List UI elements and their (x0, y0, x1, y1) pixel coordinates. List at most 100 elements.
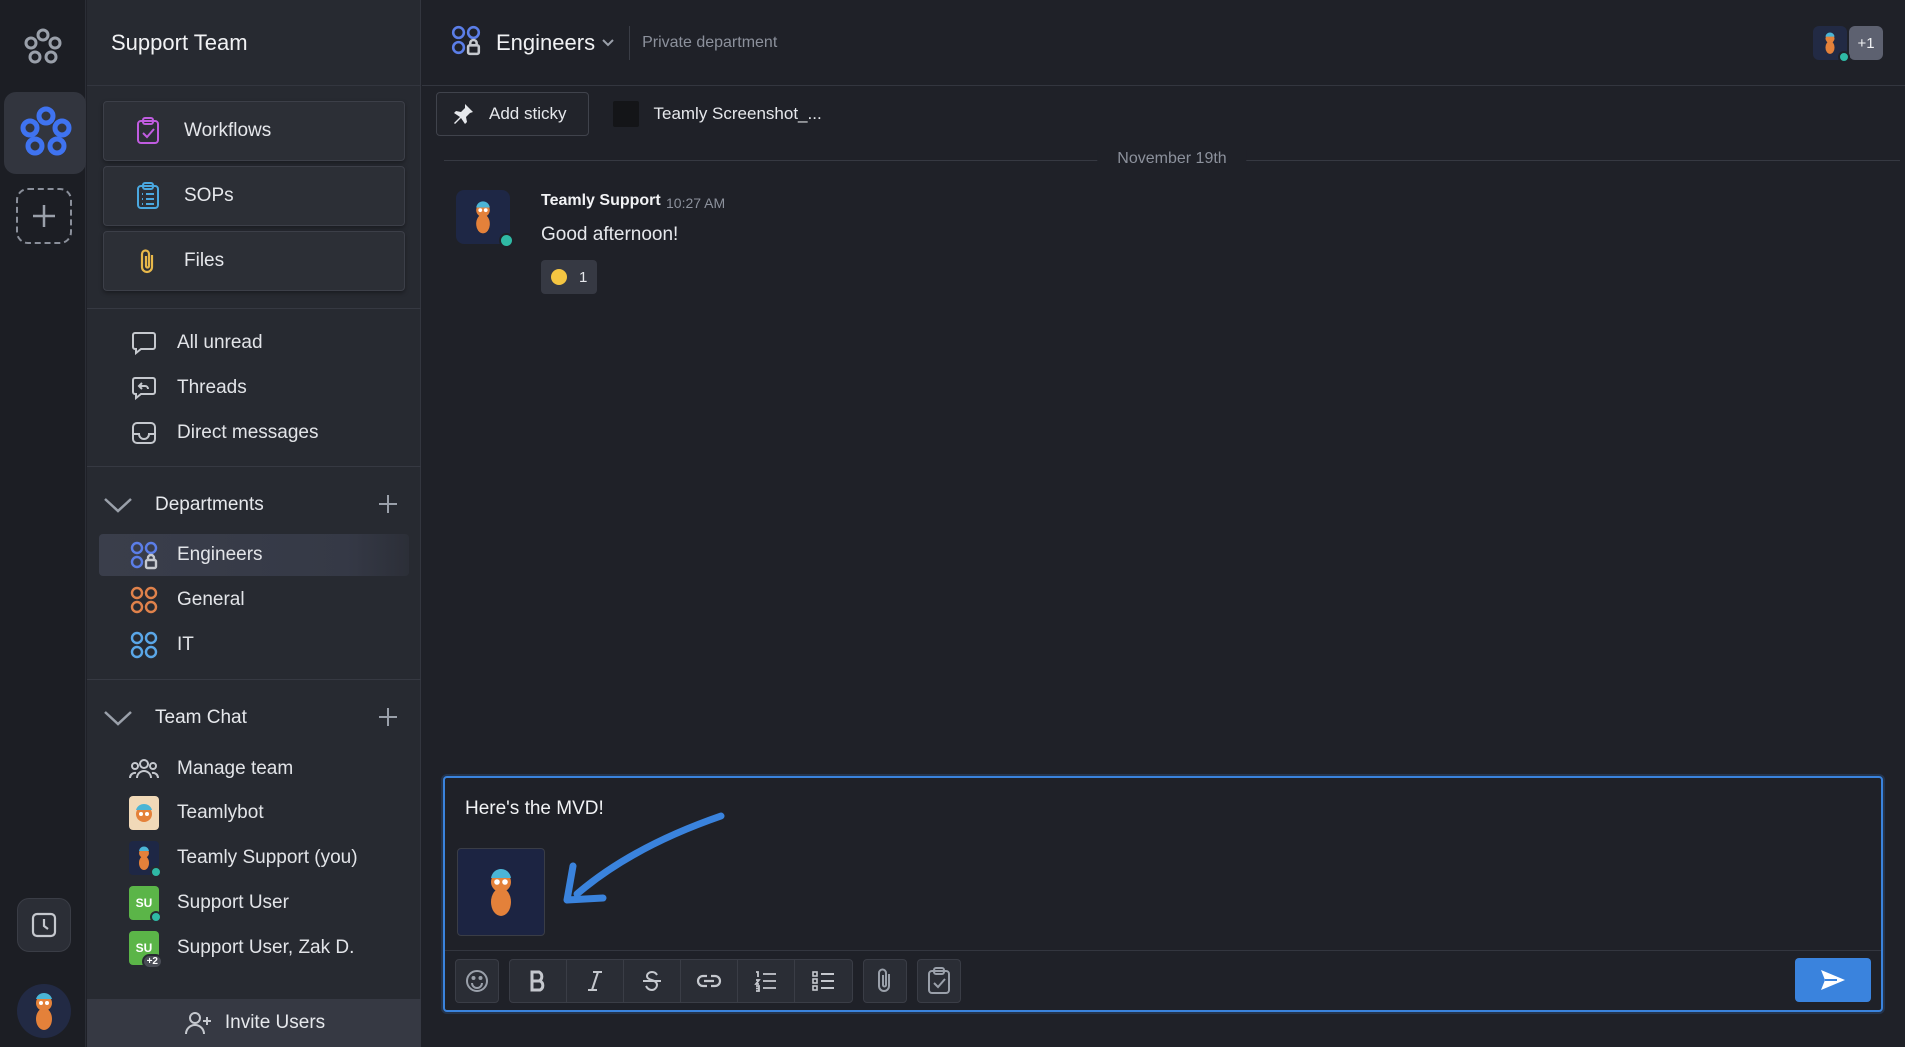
workflows-label: Workflows (184, 120, 272, 141)
profile-avatar[interactable] (17, 984, 71, 1038)
main-content: Engineers Private department +1 Add stic… (422, 0, 1905, 1047)
sidebar: Support Team Workflows SOPs Files All un… (87, 0, 421, 1047)
reaction-count: 1 (579, 268, 588, 286)
workflows-button[interactable]: Workflows (103, 101, 405, 161)
annotation-arrow-icon (563, 812, 725, 904)
italic-button[interactable] (567, 959, 624, 1002)
user-avatar: SU (129, 886, 162, 923)
department-label: General (177, 589, 245, 610)
sops-button[interactable]: SOPs (103, 166, 405, 226)
channel-title[interactable]: Engineers (496, 30, 595, 56)
department-icon (129, 585, 159, 615)
add-chat-icon[interactable] (377, 706, 399, 734)
member-list[interactable]: +1 (1813, 26, 1883, 63)
channel-header: Engineers Private department +1 (422, 0, 1905, 86)
link-button[interactable] (681, 959, 738, 1002)
people-group-icon (129, 754, 159, 784)
nav-threads[interactable]: Threads (99, 367, 409, 409)
workspace-button[interactable] (4, 92, 86, 174)
channel-toolbar: Add sticky Teamly Screenshot_... (422, 86, 1905, 142)
mascot-icon (491, 869, 511, 916)
ordered-list-button[interactable] (738, 959, 795, 1002)
divider (87, 466, 421, 467)
department-label: IT (177, 634, 194, 655)
message-composer[interactable]: Here's the MVD! (443, 776, 1883, 1012)
departments-header[interactable]: Departments (99, 485, 409, 525)
team-chat-teamlybot[interactable]: Teamlybot (99, 792, 409, 834)
link-icon (696, 974, 722, 987)
department-icon (129, 630, 159, 660)
message-author[interactable]: Teamly Support (541, 192, 661, 210)
extra-members-count[interactable]: +1 (1849, 26, 1883, 60)
files-button[interactable]: Files (103, 231, 405, 291)
bold-button[interactable] (510, 959, 567, 1002)
pin-icon (451, 102, 475, 126)
chat-bubble-icon (129, 328, 159, 358)
send-button[interactable] (1795, 958, 1871, 1002)
thread-reply-icon (129, 373, 159, 403)
formatting-group (509, 958, 853, 1003)
chevron-down-icon[interactable] (103, 496, 137, 514)
divider (87, 679, 421, 680)
message-text: Good afternoon! (541, 224, 679, 245)
divider (87, 308, 421, 309)
team-chat-header[interactable]: Team Chat (99, 698, 409, 738)
message-author-avatar[interactable] (456, 190, 514, 248)
history-button[interactable] (17, 898, 71, 952)
mascot-icon (36, 993, 52, 1030)
online-indicator (499, 233, 514, 248)
team-chat-support-user[interactable]: SU Support User (99, 882, 409, 924)
team-chat-teamly-support[interactable]: Teamly Support (you) (99, 837, 409, 879)
emoji-button[interactable] (455, 958, 499, 1003)
add-department-icon[interactable] (377, 493, 399, 521)
mascot-icon (1825, 32, 1835, 54)
nav-all-unread[interactable]: All unread (99, 322, 409, 364)
member-count-badge: +2 (141, 954, 163, 969)
smiley-icon (466, 969, 488, 992)
department-label: Engineers (177, 544, 263, 565)
strikethrough-button[interactable] (624, 959, 681, 1002)
date-label: November 19th (1097, 150, 1247, 168)
invite-users-button[interactable]: Invite Users (87, 999, 421, 1047)
plus-icon (33, 205, 55, 227)
create-task-button[interactable] (917, 958, 961, 1003)
teamly-logo-icon[interactable] (20, 24, 66, 70)
attachment-thumbnail[interactable] (457, 848, 545, 936)
nav-direct-messages[interactable]: Direct messages (99, 412, 409, 454)
chevron-down-icon[interactable] (103, 709, 137, 727)
add-workspace-button[interactable] (16, 188, 72, 244)
avatar-initials: SU (135, 941, 153, 955)
add-sticky-label: Add sticky (489, 104, 567, 123)
workflow-clipboard-icon (132, 115, 164, 147)
team-name[interactable]: Support Team (87, 0, 420, 86)
department-it[interactable]: IT (99, 624, 409, 666)
divider (629, 25, 631, 60)
date-separator: November 19th (444, 142, 1900, 178)
department-engineers[interactable]: Engineers (99, 534, 409, 576)
add-sticky-button[interactable]: Add sticky (436, 92, 590, 136)
bold-icon (530, 970, 545, 991)
group-avatar: SU +2 (129, 931, 163, 969)
reaction-chip[interactable]: 1 (541, 260, 598, 294)
files-label: Files (184, 250, 225, 271)
bullet-list-button[interactable] (795, 960, 852, 1002)
strikethrough-icon (643, 970, 661, 991)
app-window: Support Team Workflows SOPs Files All un… (0, 0, 1905, 1047)
department-general[interactable]: General (99, 579, 409, 621)
bot-avatar (129, 796, 159, 830)
private-department-icon (129, 540, 159, 570)
grinning-emoji-icon (551, 269, 567, 285)
member-avatar[interactable] (1813, 26, 1850, 63)
add-user-icon (183, 1009, 213, 1037)
attach-button[interactable] (863, 958, 907, 1003)
private-department-icon (450, 24, 482, 61)
nav-label: Threads (177, 377, 247, 398)
chevron-down-icon[interactable] (601, 38, 615, 48)
composer-controls (445, 950, 1881, 1010)
italic-icon (588, 970, 602, 991)
team-chat-manage-team[interactable]: Manage team (99, 748, 409, 790)
pinned-file[interactable]: Teamly Screenshot_... (613, 101, 822, 127)
send-icon (1821, 970, 1845, 990)
message-time: 10:27 AM (666, 195, 726, 211)
team-chat-group[interactable]: SU +2 Support User, Zak D. (99, 927, 409, 969)
